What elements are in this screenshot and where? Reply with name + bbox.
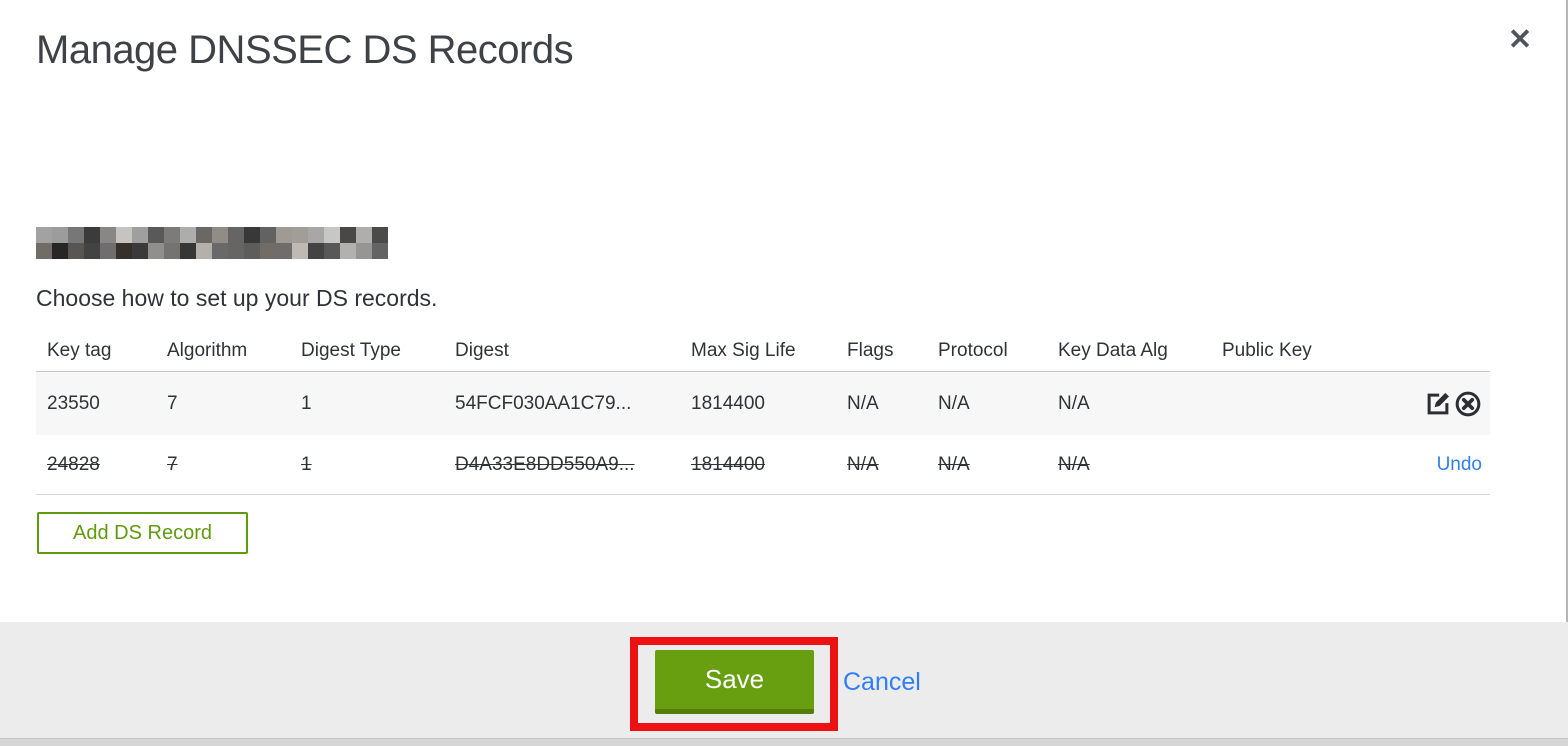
row-actions: Undo <box>1351 454 1490 476</box>
save-button[interactable]: Save <box>655 650 814 714</box>
cell-protocol: N/A <box>938 392 970 414</box>
cell-digest: D4A33E8DD550A9... <box>455 453 635 475</box>
table-row-marked-for-deletion: 24828 7 1 D4A33E8DD550A9... 1814400 N/A … <box>36 435 1490 495</box>
cell-max-sig-life: 1814400 <box>691 392 765 414</box>
modal-footer: Save Cancel <box>0 622 1568 738</box>
cell-key-tag: 23550 <box>47 392 100 414</box>
column-header-algorithm: Algorithm <box>167 339 248 361</box>
ds-records-table: Key tag Algorithm Digest Type Digest Max… <box>36 330 1490 495</box>
column-header-digest: Digest <box>455 339 509 361</box>
cell-algorithm: 7 <box>167 453 178 475</box>
cell-digest: 54FCF030AA1C79... <box>455 392 632 414</box>
cell-flags: N/A <box>847 453 879 475</box>
row-actions <box>1351 390 1490 418</box>
delete-record-icon[interactable] <box>1454 390 1482 418</box>
add-ds-record-button[interactable]: Add DS Record <box>37 512 248 554</box>
redacted-domain-name <box>36 227 388 259</box>
cell-digest-type: 1 <box>301 453 312 475</box>
column-header-key-tag: Key tag <box>47 339 112 361</box>
close-icon[interactable]: ✕ <box>1500 20 1540 60</box>
table-row-active: 23550 7 1 54FCF030AA1C79... 1814400 N/A … <box>36 372 1490 435</box>
column-header-key-data-alg: Key Data Alg <box>1058 339 1168 361</box>
cell-algorithm: 7 <box>167 392 178 414</box>
column-header-flags: Flags <box>847 339 894 361</box>
setup-instruction-text: Choose how to set up your DS records. <box>36 285 438 311</box>
cell-max-sig-life: 1814400 <box>691 453 765 475</box>
red-highlight-annotation: Save <box>630 637 838 731</box>
cell-key-tag: 24828 <box>47 453 100 475</box>
dnssec-modal: Manage DNSSEC DS Records ✕ Choose how to… <box>0 0 1568 746</box>
page-title: Manage DNSSEC DS Records <box>36 28 574 72</box>
column-header-max-sig-life: Max Sig Life <box>691 339 796 361</box>
edit-record-icon[interactable] <box>1424 390 1452 418</box>
column-header-public-key: Public Key <box>1222 339 1312 361</box>
cancel-link[interactable]: Cancel <box>843 668 921 697</box>
table-header-row: Key tag Algorithm Digest Type Digest Max… <box>36 330 1490 372</box>
column-header-protocol: Protocol <box>938 339 1008 361</box>
cell-digest-type: 1 <box>301 392 312 414</box>
cell-protocol: N/A <box>938 453 970 475</box>
cell-key-data-alg: N/A <box>1058 453 1090 475</box>
cell-key-data-alg: N/A <box>1058 392 1090 414</box>
cell-flags: N/A <box>847 392 879 414</box>
window-bottom-edge <box>0 738 1568 746</box>
column-header-digest-type: Digest Type <box>301 339 401 361</box>
undo-link[interactable]: Undo <box>1437 454 1482 476</box>
